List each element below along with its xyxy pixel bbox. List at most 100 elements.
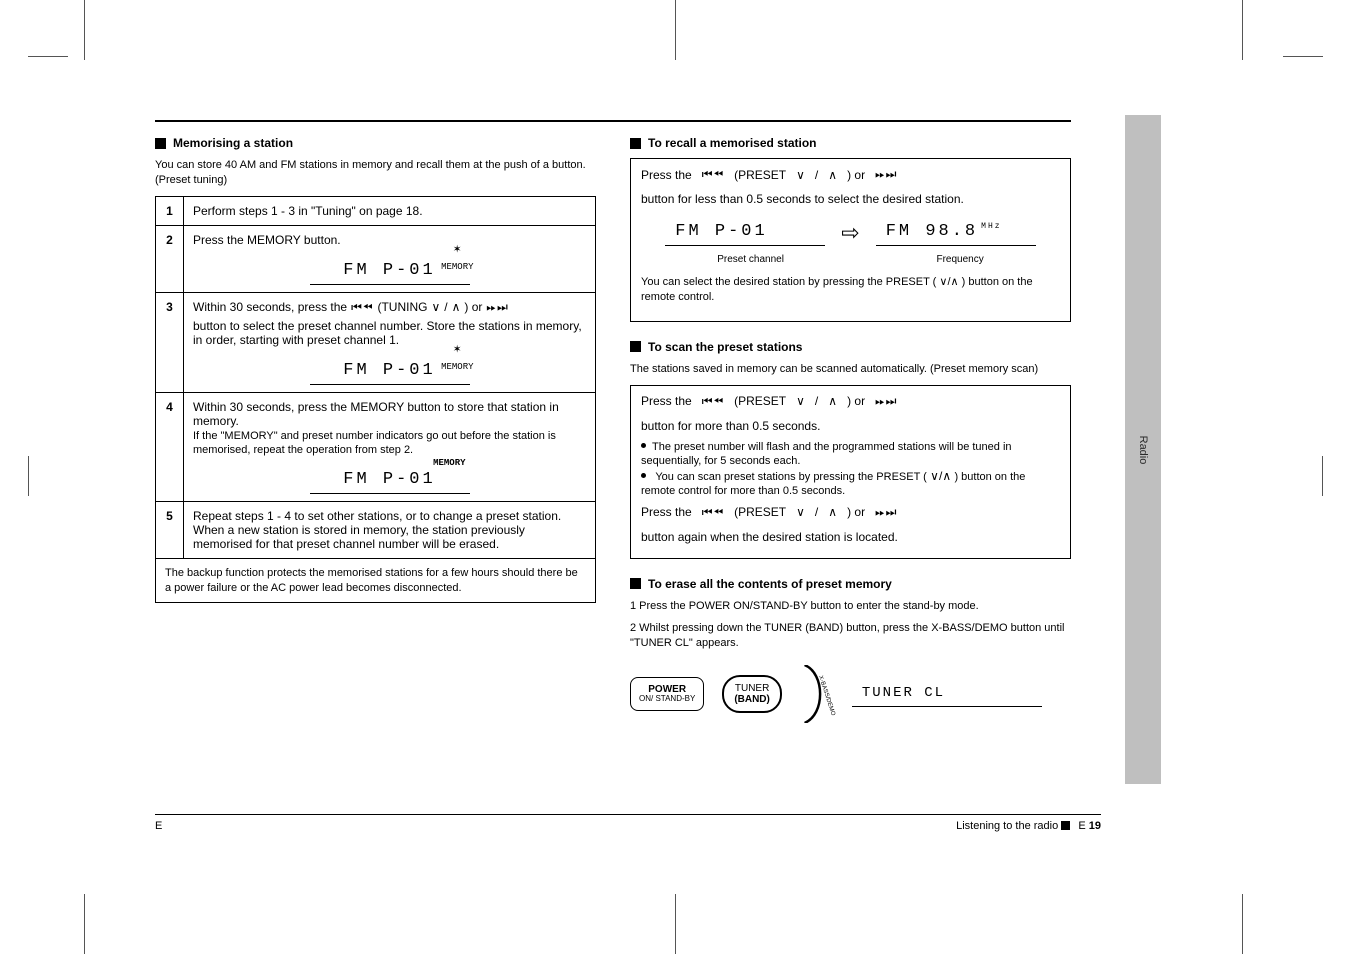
- tuner-band-button[interactable]: TUNER (BAND): [722, 675, 782, 713]
- footer-right-b: E: [1078, 820, 1088, 832]
- button-figure: POWER ON/ STAND-BY TUNER (BAND) X-BASS/D…: [630, 665, 1071, 723]
- memory-icon: ✶MEMORY: [441, 241, 473, 274]
- recall-text-c: ) or: [847, 168, 865, 182]
- recall-text-b: (PRESET: [734, 168, 786, 182]
- step-num: 5: [156, 501, 184, 558]
- lcd-text: FM P-01: [343, 361, 435, 380]
- lcd-display: MEMORY FM P-01: [310, 468, 470, 494]
- side-tab: Radio: [1125, 115, 1161, 784]
- lcd-text: FM P-01: [675, 222, 767, 241]
- chevron-up-icon: ∧: [951, 276, 959, 288]
- crop-mark: [84, 0, 85, 60]
- forward-icon: ⏩︎⏭︎: [486, 300, 508, 315]
- step-text: Within 30 seconds, press the MEMORY butt…: [193, 400, 559, 428]
- heading-scan: To scan the preset stations: [630, 340, 1071, 354]
- scan-bullet-1: The preset number will flash and the pro…: [641, 441, 1012, 467]
- chevron-up-icon: ∧: [828, 168, 837, 182]
- lcd-display: TUNER CL: [852, 681, 1042, 707]
- scan-bullet-2a: You can scan preset stations by pressing…: [655, 471, 926, 483]
- forward-icon: ⏩︎⏭︎: [875, 167, 897, 182]
- step-cell: Within 30 seconds, press the MEMORY butt…: [184, 392, 596, 501]
- square-bullet: [630, 138, 641, 149]
- crop-mark: [675, 894, 676, 954]
- xbass-demo-button[interactable]: X-BASS/DEMO: [800, 665, 834, 723]
- footer-right: Listening to the radio E 19: [956, 820, 1101, 832]
- side-tab-label: Radio: [1137, 435, 1149, 464]
- heading-text: Memorising a station: [173, 136, 293, 150]
- crop-mark: [28, 456, 29, 496]
- forward-icon: ⏩︎⏭︎: [875, 394, 897, 409]
- page-footer: E Listening to the radio E 19: [155, 814, 1101, 832]
- lcd-display: FM 98.8MHz: [876, 220, 1036, 246]
- chevron-down-icon: ∨: [930, 469, 939, 483]
- heading-text: To recall a memorised station: [648, 136, 817, 150]
- heading-text: To scan the preset stations: [648, 340, 802, 354]
- step-num: 4: [156, 392, 184, 501]
- scan-box: Press the ⏮︎⏪︎ (PRESET ∨/∧ ) or ⏩︎⏭︎ but…: [630, 385, 1071, 559]
- crop-mark: [1322, 456, 1323, 496]
- memory-icon: MEMORY: [433, 454, 465, 470]
- step-text-a: Within 30 seconds, press the: [193, 300, 347, 314]
- recall-text-d: button for less than 0.5 seconds to sele…: [641, 192, 964, 206]
- rewind-icon: ⏮︎⏪︎: [702, 505, 724, 520]
- content-area: Memorising a station You can store 40 AM…: [155, 120, 1071, 824]
- step-text: Press the MEMORY button.: [193, 233, 341, 247]
- crop-mark: [1242, 894, 1243, 954]
- crop-mark: [675, 0, 676, 60]
- scan-text-d: button for more than 0.5 seconds.: [641, 419, 820, 433]
- square-bullet: [630, 341, 641, 352]
- scan-intro: The stations saved in memory can be scan…: [630, 362, 1071, 377]
- footer-right-a: Listening to the radio: [956, 820, 1061, 832]
- heading-erase: To erase all the contents of preset memo…: [630, 577, 1071, 591]
- step-num: 2: [156, 225, 184, 292]
- chevron-down-icon: ∨: [796, 168, 805, 182]
- recall-note: You can select the desired station by pr…: [641, 275, 1060, 305]
- caption-freq: Frequency: [936, 254, 983, 265]
- right-column: To recall a memorised station Press the …: [630, 130, 1071, 737]
- crop-mark: [1283, 56, 1323, 57]
- chevron-up-icon: ∧: [828, 505, 837, 519]
- heading-memorising: Memorising a station: [155, 136, 596, 150]
- power-sub: ON/ STAND-BY: [639, 695, 695, 704]
- lcd-display: ✶MEMORY FM P-01: [310, 259, 470, 285]
- scan-again-d: button again when the desired station is…: [641, 530, 898, 544]
- scan-again-b: (PRESET: [734, 505, 786, 519]
- heading-recall: To recall a memorised station: [630, 136, 1071, 150]
- unit-label: MHz: [981, 222, 1001, 231]
- top-rule: [155, 120, 1071, 122]
- crop-mark: [28, 56, 68, 57]
- scan-again-c: ) or: [847, 505, 865, 519]
- left-column: Memorising a station You can store 40 AM…: [155, 130, 596, 737]
- square-bullet: [630, 578, 641, 589]
- rewind-icon: ⏮︎⏪︎: [351, 300, 373, 315]
- chevron-down-icon: ∨: [796, 505, 805, 519]
- scan-text-b: (PRESET: [734, 394, 786, 408]
- forward-icon: ⏩︎⏭︎: [875, 505, 897, 520]
- recall-text-a: Press the: [641, 168, 692, 182]
- step-num: 3: [156, 292, 184, 392]
- step-text: Repeat steps 1 - 4 to set other stations…: [184, 501, 596, 558]
- power-button[interactable]: POWER ON/ STAND-BY: [630, 677, 704, 711]
- chevron-down-icon: ∨: [796, 394, 805, 408]
- heading-text: To erase all the contents of preset memo…: [648, 577, 892, 591]
- lcd-text: TUNER CL: [862, 685, 945, 701]
- square-bullet: [155, 138, 166, 149]
- caption-preset: Preset channel: [717, 254, 784, 265]
- chevron-down-icon: ∨: [431, 300, 440, 314]
- step-note: If the "MEMORY" and preset number indica…: [193, 430, 556, 456]
- lcd-text: FM 98.8: [886, 222, 978, 241]
- step-cell: Within 30 seconds, press the ⏮︎⏪︎ (TUNIN…: [184, 292, 596, 392]
- lcd-text: FM P-01: [343, 261, 435, 280]
- backup-note: The backup function protects the memoris…: [156, 558, 596, 603]
- memory-icon: ✶MEMORY: [441, 341, 473, 374]
- steps-table: 1 Perform steps 1 - 3 in "Tuning" on pag…: [155, 196, 596, 604]
- step-text-d: button to select the preset channel numb…: [193, 319, 586, 347]
- step-text: Perform steps 1 - 3 in "Tuning" on page …: [184, 196, 596, 225]
- step-text-b: (TUNING: [377, 300, 427, 314]
- crop-mark: [1242, 0, 1243, 60]
- tuner-label: TUNER: [734, 683, 770, 694]
- recall-note-a: You can select the desired station by pr…: [641, 276, 936, 288]
- lcd-text: FM P-01: [343, 470, 435, 489]
- lcd-display: FM P-01: [665, 220, 825, 246]
- list-bullet: [641, 473, 646, 478]
